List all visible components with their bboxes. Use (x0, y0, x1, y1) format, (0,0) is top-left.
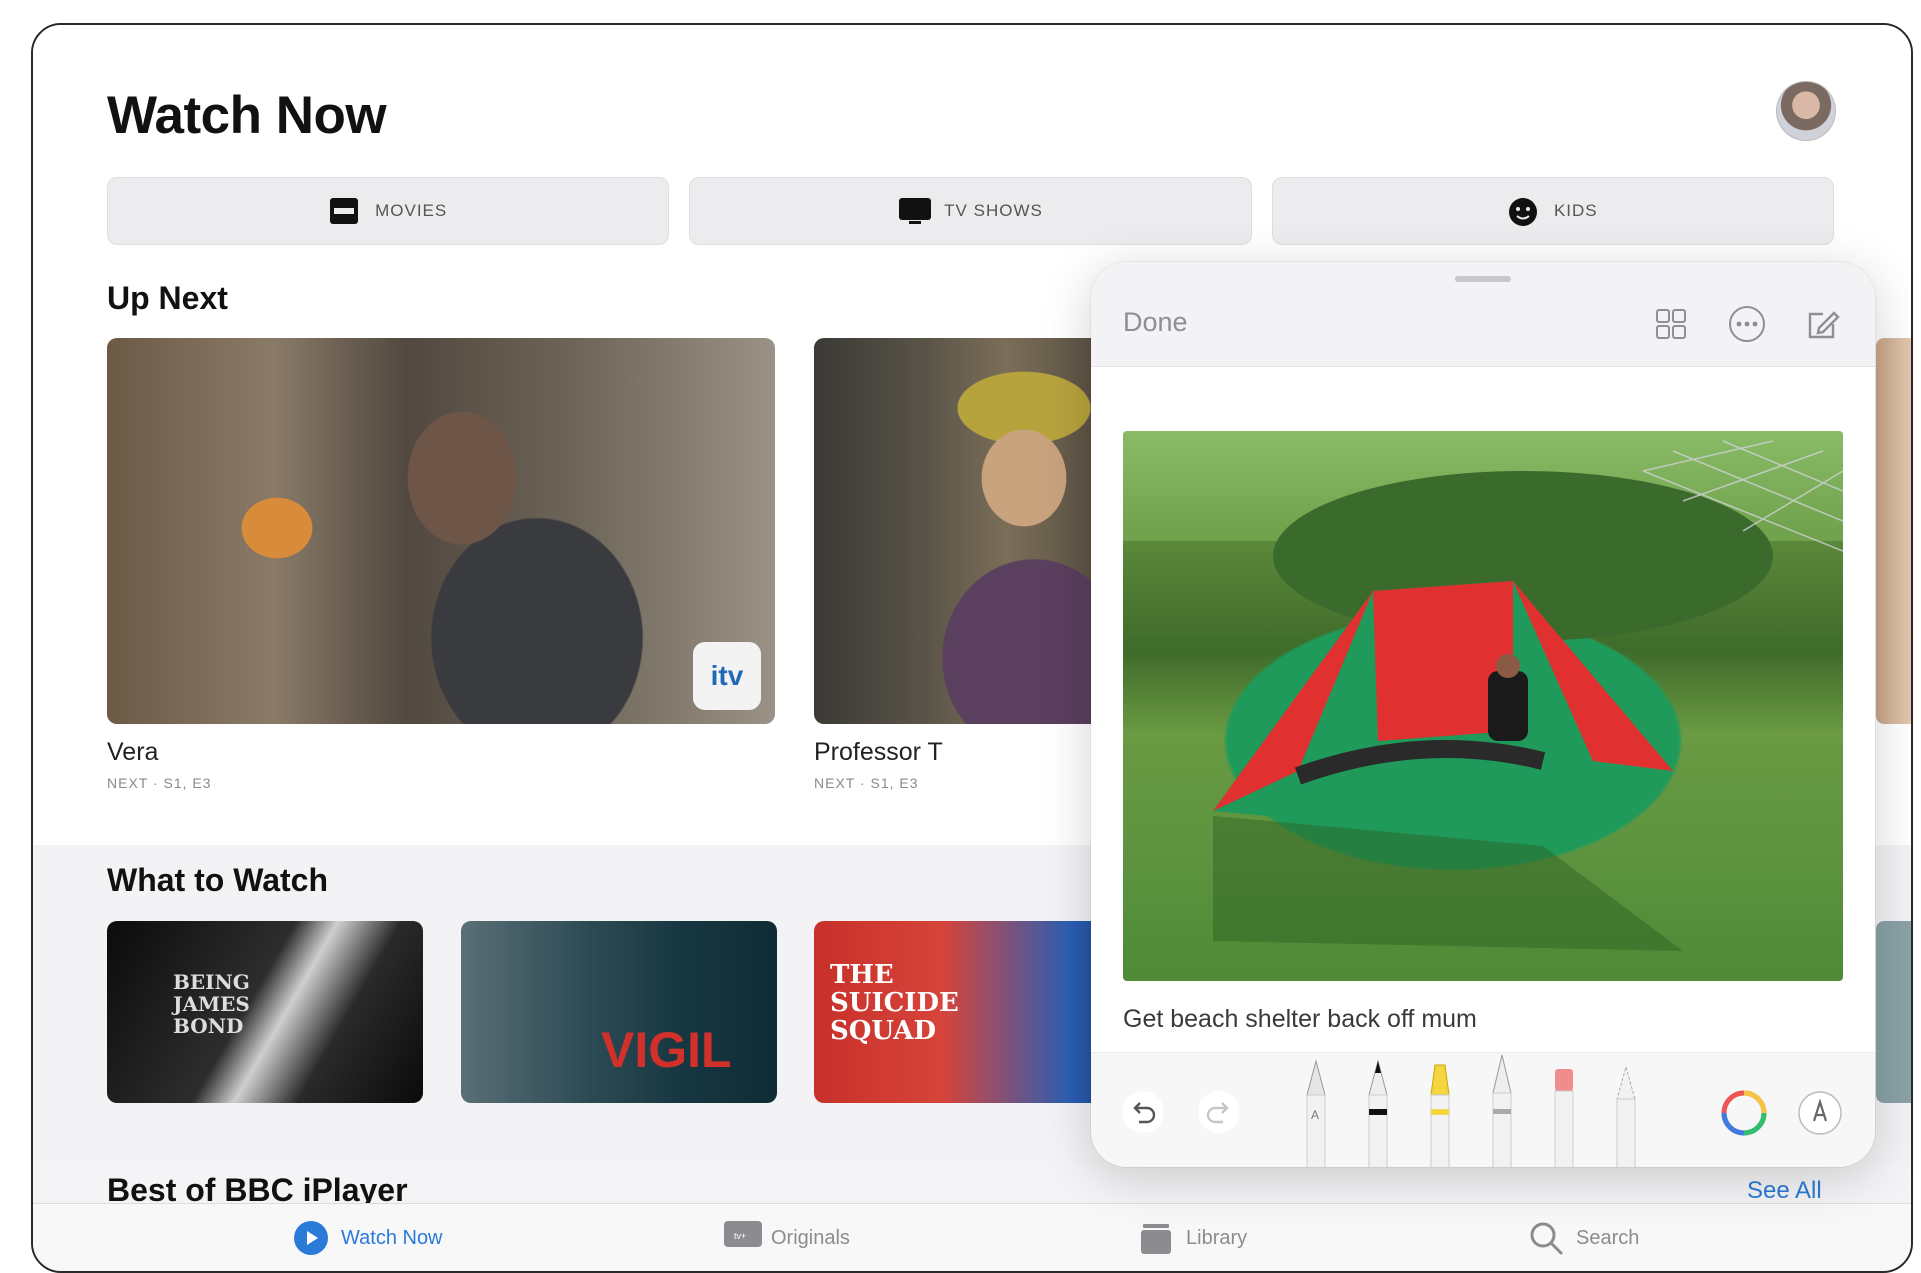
tab-search[interactable]: Search (1528, 1220, 1639, 1256)
category-segments: MOVIES TV SHOWS KIDS (107, 177, 1834, 245)
search-icon (1528, 1220, 1564, 1256)
poster-title: THE SUICIDE SQUAD (830, 960, 959, 1046)
svg-text:tv+: tv+ (734, 1231, 746, 1241)
pencil-icon[interactable] (1487, 1053, 1517, 1167)
highlighter-icon[interactable] (1425, 1059, 1455, 1167)
pen-icon[interactable]: A (1301, 1059, 1331, 1167)
tab-label: Watch Now (341, 1226, 443, 1249)
color-picker-icon[interactable] (1721, 1090, 1767, 1141)
page-title: Watch Now (107, 86, 387, 145)
see-all-link[interactable]: See All (1747, 1177, 1822, 1205)
segment-label: MOVIES (375, 201, 448, 220)
segment-label: KIDS (1553, 201, 1598, 220)
tab-watch-now[interactable]: Watch Now (293, 1220, 443, 1256)
tab-originals[interactable]: tv+ Originals (723, 1220, 850, 1256)
kids-face-icon (1508, 197, 1538, 226)
poster-title: VIGIL (601, 1022, 732, 1078)
film-icon (329, 197, 359, 225)
tab-label: Library (1186, 1226, 1248, 1249)
play-circle-icon (293, 1220, 329, 1256)
note-text[interactable]: Get beach shelter back off mum (1123, 1005, 1477, 1034)
tab-label: Search (1576, 1226, 1640, 1249)
eraser-icon[interactable] (1549, 1063, 1579, 1167)
note-photo[interactable] (1123, 431, 1843, 981)
more-circle-icon[interactable] (1727, 304, 1767, 344)
avatar[interactable] (1776, 81, 1836, 141)
tab-label: Originals (771, 1226, 850, 1249)
drag-handle[interactable] (1455, 276, 1511, 282)
itv-badge: itv (693, 642, 761, 710)
up-next-card-vera[interactable]: itv (107, 338, 775, 724)
card-subtitle: NEXT · S1, E3 (107, 775, 212, 791)
poster-vigil[interactable]: VIGIL (461, 921, 777, 1103)
card-title: Professor T (814, 738, 943, 766)
segment-tv-shows[interactable]: TV SHOWS (689, 177, 1252, 245)
apple-tv-icon: tv+ (723, 1220, 762, 1256)
up-next-title: Up Next (107, 280, 228, 316)
lasso-icon[interactable] (1611, 1063, 1641, 1167)
segment-label: TV SHOWS (944, 201, 1043, 220)
library-icon (1138, 1220, 1174, 1256)
tab-bar: Watch Now tv+ Originals Library Search (33, 1203, 1911, 1271)
segment-kids[interactable]: KIDS (1271, 177, 1834, 245)
tv-icon (898, 197, 932, 225)
done-button[interactable]: Done (1123, 307, 1188, 338)
gallery-grid-icon[interactable] (1651, 304, 1691, 344)
what-to-watch-peek[interactable] (1876, 921, 1911, 1103)
up-next-card-peek[interactable] (1876, 338, 1911, 724)
tab-library[interactable]: Library (1138, 1220, 1247, 1256)
card-subtitle: NEXT · S1, E3 (814, 775, 919, 791)
tent-illustration (1123, 431, 1843, 951)
card-title: Vera (107, 738, 159, 766)
more-tools-icon[interactable] (1797, 1090, 1843, 1141)
poster-title: BEING JAMES BOND (173, 970, 250, 1038)
poster-suicide-squad[interactable]: THE SUICIDE SQUAD (814, 921, 1134, 1103)
poster-being-james-bond[interactable]: BEING JAMES BOND (107, 921, 423, 1103)
redo-icon[interactable] (1197, 1090, 1241, 1139)
segment-movies[interactable]: MOVIES (107, 177, 670, 245)
marker-icon[interactable] (1363, 1059, 1393, 1167)
svg-text:A: A (1311, 1108, 1319, 1122)
up-next-card-professor-t[interactable] (814, 338, 1134, 724)
markup-toolbar: A (1091, 1052, 1875, 1167)
what-to-watch-title: What to Watch (107, 862, 328, 898)
quick-note-panel[interactable]: Done Get beach shelter back off mum A (1091, 262, 1875, 1167)
undo-icon[interactable] (1121, 1090, 1165, 1139)
compose-icon[interactable] (1803, 304, 1843, 344)
